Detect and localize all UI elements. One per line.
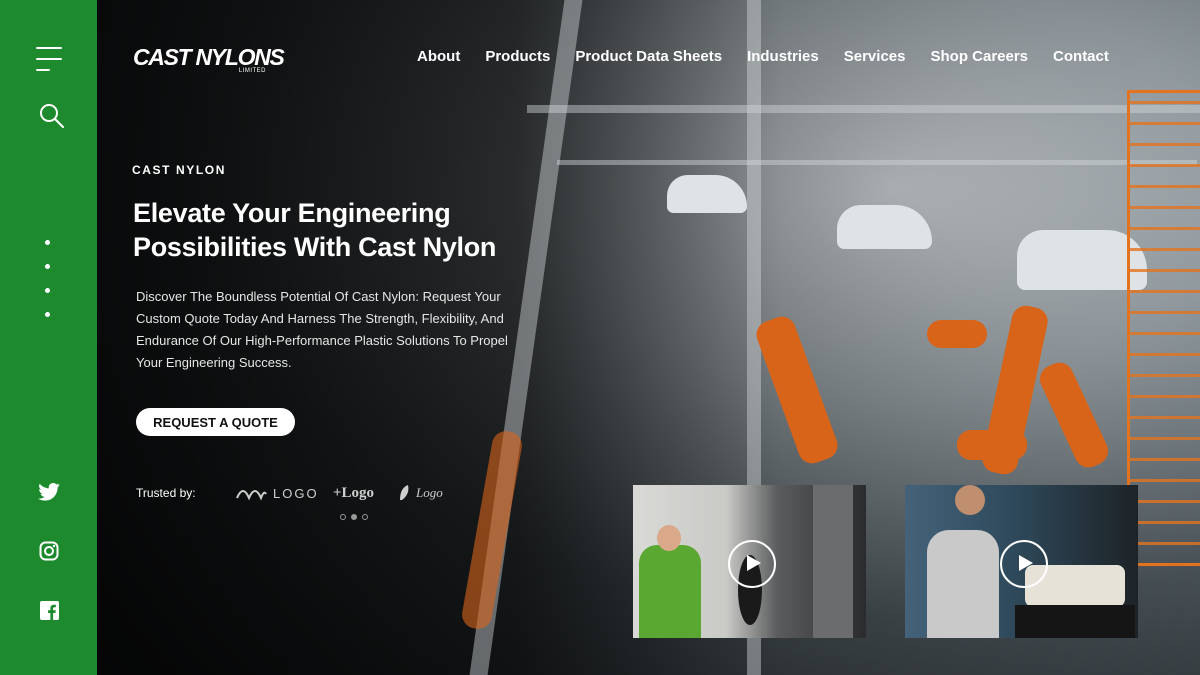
nav-item-product-data-sheets[interactable]: Product Data Sheets [575, 48, 722, 68]
video-thumbnail-2[interactable] [905, 485, 1138, 638]
video-thumbnail-1[interactable] [633, 485, 866, 638]
hero-headline: Elevate Your Engineering Possibilities W… [133, 196, 593, 264]
trusted-logo-3-text: Logo [416, 485, 443, 500]
hero-headline-line-2: Possibilities With Cast Nylon [133, 232, 497, 262]
hero-headline-line-1: Elevate Your Engineering [133, 198, 451, 228]
hero-description: Discover The Boundless Potential Of Cast… [136, 289, 508, 370]
play-icon[interactable] [727, 539, 776, 588]
hero-eyebrow: CAST NYLON [132, 163, 226, 177]
play-icon[interactable] [999, 539, 1048, 588]
hamburger-icon[interactable] [36, 47, 62, 73]
leaf-logo-icon [400, 485, 409, 500]
pagination-dot[interactable] [45, 288, 50, 293]
nav-item-industries[interactable]: Industries [747, 48, 819, 68]
nav-item-contact[interactable]: Contact [1053, 48, 1109, 68]
person-head [657, 525, 681, 551]
wave-logo-icon [236, 490, 267, 501]
trusted-by-label: Trusted by: [136, 486, 196, 500]
sidebar [0, 0, 97, 675]
person-figure [639, 545, 701, 638]
trusted-logo-2: +Logo [333, 484, 375, 501]
trusted-logo-1: LOGO [235, 482, 319, 504]
main-nav: About Products Product Data Sheets Indus… [417, 48, 1109, 68]
person-figure [927, 530, 999, 638]
twitter-icon[interactable] [36, 479, 62, 505]
brand-name: CAST NYLONS [133, 44, 285, 70]
search-icon[interactable] [38, 102, 66, 130]
trusted-logo-1-text: LOGO [273, 485, 319, 501]
request-quote-button[interactable]: REQUEST A QUOTE [136, 408, 295, 436]
carousel-dot[interactable] [351, 514, 357, 520]
pagination-dot[interactable] [45, 312, 50, 317]
trusted-logo-3: Logo [398, 482, 443, 504]
trusted-carousel-dots [340, 514, 368, 520]
machine-column [813, 485, 853, 638]
pagination-dot[interactable] [45, 264, 50, 269]
carousel-dot[interactable] [362, 514, 368, 520]
pagination-dot[interactable] [45, 240, 50, 245]
person-head [955, 485, 985, 515]
brand-suffix: LIMITED [238, 68, 266, 74]
machine-base [1015, 605, 1135, 638]
nav-item-products[interactable]: Products [485, 48, 550, 68]
facebook-icon[interactable] [36, 597, 62, 623]
brand-logo[interactable]: CAST NYLONS LIMITED [133, 44, 285, 78]
section-pagination [45, 240, 53, 336]
nav-item-about[interactable]: About [417, 48, 460, 68]
nav-item-services[interactable]: Services [844, 48, 906, 68]
carousel-dot[interactable] [340, 514, 346, 520]
nav-item-shop-careers[interactable]: Shop Careers [930, 48, 1028, 68]
instagram-icon[interactable] [36, 538, 62, 564]
